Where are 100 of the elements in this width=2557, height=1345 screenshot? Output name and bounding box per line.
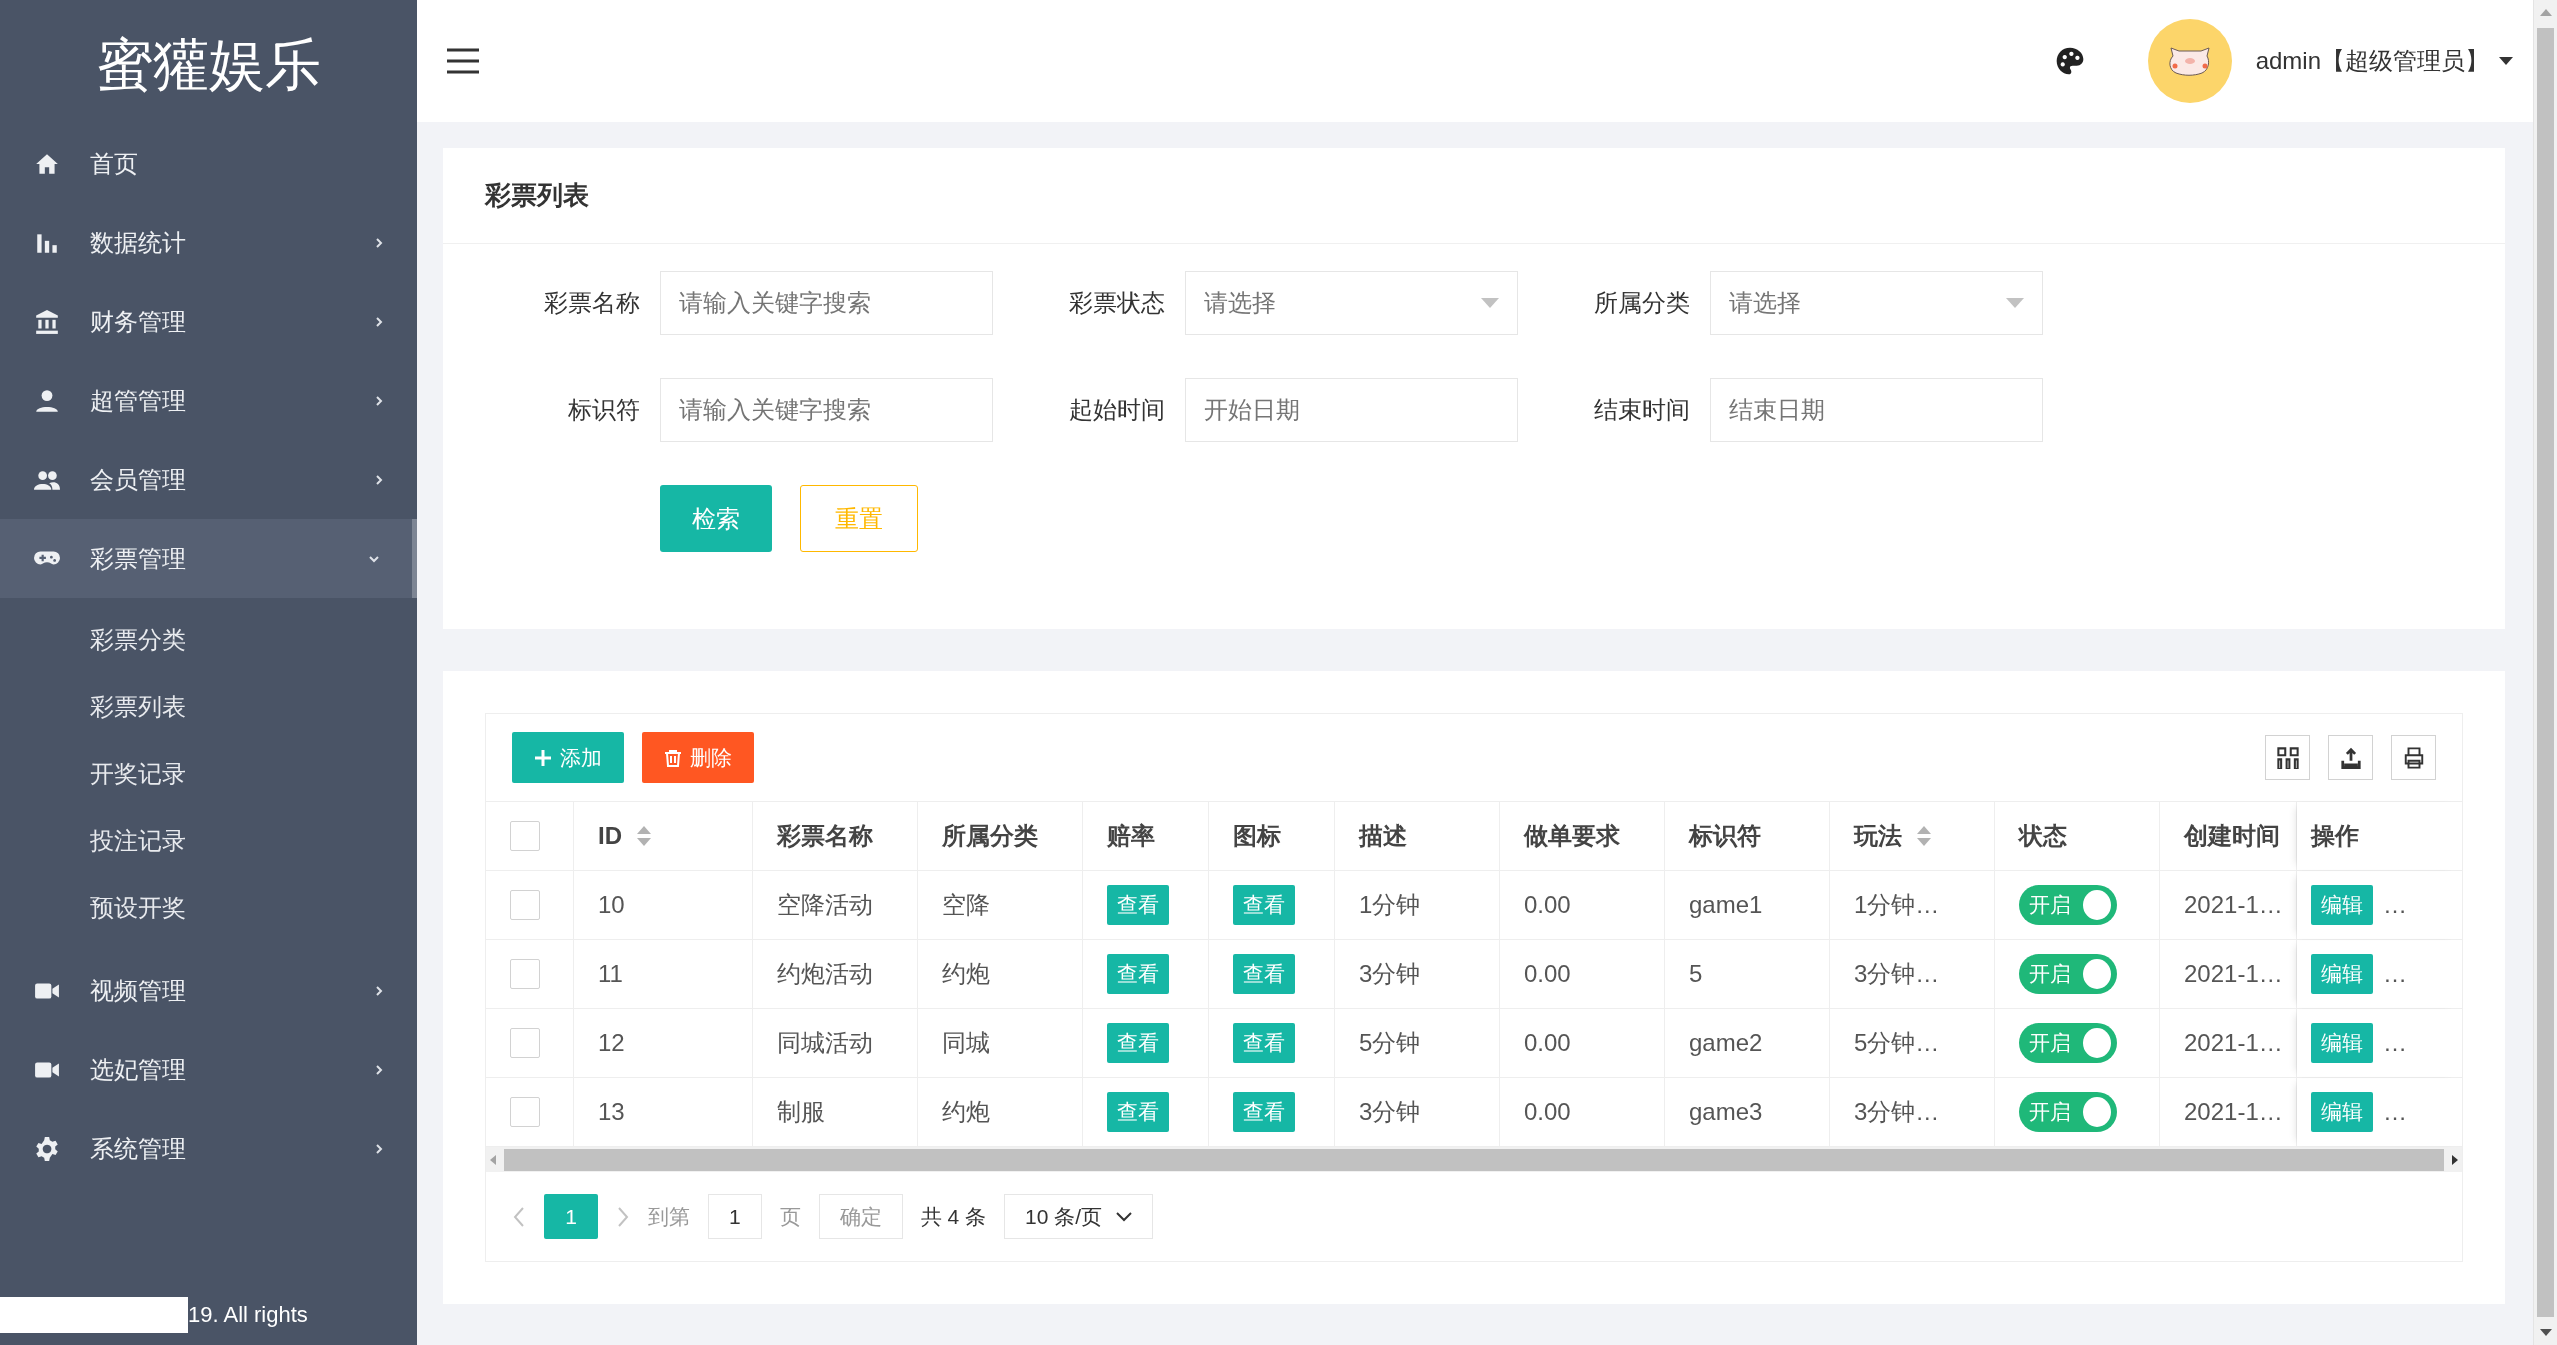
sidebar-item[interactable]: 超管管理	[0, 361, 417, 440]
more-button[interactable]: …	[2383, 1029, 2407, 1057]
column-header: 状态	[2019, 821, 2067, 851]
prev-icon[interactable]	[512, 1205, 526, 1228]
field-label: 结束时间	[1593, 395, 1691, 425]
table-cell-text: 1分钟…	[1854, 890, 1940, 920]
edit-button[interactable]: 编辑	[2311, 954, 2373, 994]
input-field[interactable]: 请输入关键字搜索	[660, 378, 993, 442]
chevron-icon	[373, 473, 385, 486]
column-header: 创建时间	[2184, 821, 2280, 851]
view-button[interactable]: 查看	[1107, 954, 1169, 994]
input-field[interactable]: 开始日期	[1185, 378, 1518, 442]
more-button[interactable]: …	[2383, 891, 2407, 919]
menu-icon[interactable]	[445, 46, 481, 76]
export-icon[interactable]	[2328, 735, 2373, 780]
table-cell: game3	[1689, 1098, 1763, 1126]
more-button[interactable]: …	[2383, 1098, 2407, 1126]
edit-button[interactable]: 编辑	[2311, 885, 2373, 925]
table-cell-text: 5分钟	[1359, 1028, 1421, 1058]
checkbox[interactable]	[510, 890, 540, 920]
scroll-up-icon[interactable]	[2539, 8, 2552, 16]
print-icon[interactable]	[2391, 735, 2436, 780]
sidebar-item[interactable]: 数据统计	[0, 203, 417, 282]
columns-icon[interactable]	[2265, 735, 2310, 780]
table-cell: 2021-1…	[2184, 1098, 2283, 1126]
sidebar-item[interactable]: 首页	[0, 124, 417, 203]
column-header: 赔率	[1107, 821, 1155, 851]
field-label: 彩票状态	[1068, 288, 1166, 318]
table-cell-text: 同城	[942, 1028, 990, 1058]
view-button[interactable]: 查看	[1107, 1092, 1169, 1132]
view-button[interactable]: 查看	[1107, 1023, 1169, 1063]
select-field[interactable]: 请选择	[1710, 271, 2043, 335]
caret-icon	[2006, 298, 2024, 308]
table-cell: 2021-1…	[2184, 1029, 2283, 1057]
input-field[interactable]: 结束日期	[1710, 378, 2043, 442]
edit-button[interactable]: 编辑	[2311, 1023, 2373, 1063]
copyright-text: 19. All rights	[188, 1302, 308, 1328]
column-header: 玩法	[1854, 821, 1902, 851]
bank-icon	[34, 308, 60, 335]
confirm-button[interactable]: 确定	[818, 1194, 903, 1239]
next-icon[interactable]	[616, 1205, 630, 1228]
more-button[interactable]: …	[2383, 960, 2407, 988]
scroll-down-icon[interactable]	[2539, 1329, 2552, 1337]
toggle-switch[interactable]: 开启	[2019, 954, 2117, 994]
toggle-switch[interactable]: 开启	[2019, 1092, 2117, 1132]
checkbox[interactable]	[510, 821, 540, 851]
page-button[interactable]: 1	[544, 1194, 598, 1239]
user-icon	[34, 387, 60, 414]
logo-text: 蜜獾娱乐	[95, 32, 322, 98]
scrollbar-thumb[interactable]	[2537, 28, 2554, 1317]
input-field[interactable]: 请输入关键字搜索	[660, 271, 993, 335]
table-cell-text: 3分钟…	[1854, 959, 1940, 989]
table-cell-text: 1分钟	[1359, 890, 1421, 920]
table-cell: 11	[598, 960, 623, 988]
chevron-icon	[373, 315, 385, 328]
toggle-switch[interactable]: 开启	[2019, 1023, 2117, 1063]
table-cell: 0.00	[1524, 960, 1571, 988]
add-button[interactable]: 添加	[512, 732, 624, 783]
table-cell: 2021-1…	[2184, 960, 2283, 988]
checkbox[interactable]	[510, 1028, 540, 1058]
page-unit: 页	[779, 1203, 801, 1230]
page-input[interactable]: 1	[708, 1194, 762, 1239]
submenu-item[interactable]: 预设开奖	[0, 874, 417, 941]
view-button[interactable]: 查看	[1233, 954, 1295, 994]
checkbox[interactable]	[510, 1097, 540, 1127]
delete-button[interactable]: 删除	[642, 732, 754, 783]
table-cell: 12	[598, 1029, 625, 1057]
view-button[interactable]: 查看	[1233, 1023, 1295, 1063]
submenu-item[interactable]: 彩票分类	[0, 606, 417, 673]
table-cell: 2021-1…	[2184, 891, 2283, 919]
checkbox[interactable]	[510, 959, 540, 989]
sidebar-item[interactable]: 财务管理	[0, 282, 417, 361]
sidebar-item[interactable]: 会员管理	[0, 440, 417, 519]
card-title: 彩票列表	[443, 148, 2505, 244]
view-button[interactable]: 查看	[1233, 885, 1295, 925]
settings-icon	[34, 1135, 60, 1162]
chevron-icon	[373, 1063, 385, 1076]
field-label: 彩票名称	[543, 288, 641, 318]
sort-icon[interactable]	[636, 825, 652, 847]
scrollbar-thumb[interactable]	[504, 1148, 2444, 1171]
view-button[interactable]: 查看	[1233, 1092, 1295, 1132]
table-cell: 0.00	[1524, 1098, 1571, 1126]
view-button[interactable]: 查看	[1107, 885, 1169, 925]
table-cell-text: 约炮活动	[777, 959, 873, 989]
toggle-switch[interactable]: 开启	[2019, 885, 2117, 925]
select-field[interactable]: 请选择	[1185, 271, 1518, 335]
sidebar-item[interactable]: 选妃管理	[0, 1030, 417, 1109]
page-size-select[interactable]: 10 条/页	[1004, 1194, 1154, 1239]
table-cell-text: 3分钟	[1359, 959, 1421, 989]
sidebar-item[interactable]: 系统管理	[0, 1109, 417, 1188]
edit-button[interactable]: 编辑	[2311, 1092, 2373, 1132]
caret-icon	[2499, 57, 2513, 65]
submenu-item[interactable]: 投注记录	[0, 807, 417, 874]
submenu-item[interactable]: 开奖记录	[0, 740, 417, 807]
sidebar-item[interactable]: 彩票管理	[0, 519, 417, 598]
search-button[interactable]: 检索	[660, 485, 772, 552]
user-menu[interactable]: admin【超级管理员】	[2255, 45, 2513, 77]
submenu-item[interactable]: 彩票列表	[0, 673, 417, 740]
sort-icon[interactable]	[1916, 825, 1932, 847]
sidebar-item[interactable]: 视频管理	[0, 951, 417, 1030]
